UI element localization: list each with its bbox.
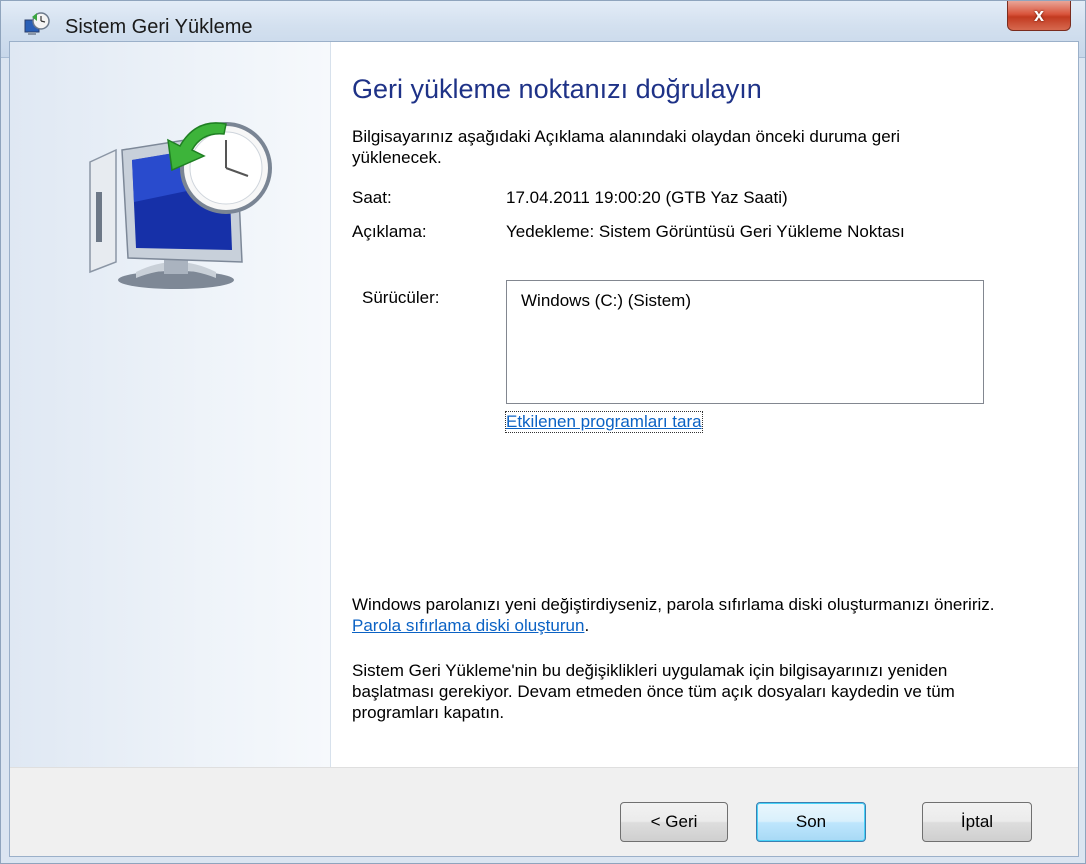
finish-button[interactable]: Son — [756, 802, 866, 842]
back-button[interactable]: < Geri — [620, 802, 728, 842]
sidebar-panel — [10, 42, 331, 767]
button-bar: < Geri Son İptal — [10, 767, 1078, 856]
dialog-client-area: Geri yükleme noktanızı doğrulayın Bilgis… — [9, 41, 1079, 857]
intro-text: Bilgisayarınız aşağıdaki Açıklama alanın… — [352, 127, 901, 167]
drive-item[interactable]: Windows (C:) (Sistem) — [521, 291, 691, 311]
page-title: Geri yükleme noktanızı doğrulayın — [352, 74, 762, 104]
system-restore-icon — [24, 12, 50, 35]
time-label: Saat: — [352, 188, 392, 207]
drives-label: Sürücüler: — [362, 288, 440, 307]
restart-note: Sistem Geri Yükleme'nin bu değişiklikler… — [352, 661, 955, 722]
password-note-text: Windows parolanızı yeni değiştirdiyseniz… — [352, 595, 995, 614]
system-restore-window: Sistem Geri Yükleme x Geri yükleme nokta… — [0, 0, 1086, 864]
close-icon: x — [1033, 5, 1044, 25]
window-title: Sistem Geri Yükleme — [65, 16, 253, 38]
main-content: Geri yükleme noktanızı doğrulayın Bilgis… — [352, 42, 1052, 767]
drives-listbox[interactable]: Windows (C:) (Sistem) — [506, 280, 984, 404]
scan-affected-programs-link[interactable]: Etkilenen programları tara — [505, 411, 703, 433]
description-label: Açıklama: — [352, 222, 427, 241]
system-restore-clock-monitor-icon — [89, 122, 272, 289]
create-password-reset-disk-link[interactable]: Parola sıfırlama diski oluşturun — [352, 616, 584, 635]
time-value: 17.04.2011 19:00:20 (GTB Yaz Saati) — [506, 188, 788, 207]
password-note-end: . — [584, 616, 590, 635]
cancel-button[interactable]: İptal — [922, 802, 1032, 842]
description-value: Yedekleme: Sistem Görüntüsü Geri Yükleme… — [506, 222, 905, 241]
close-button[interactable]: x — [1007, 1, 1071, 31]
password-note: Windows parolanızı yeni değiştirdiyseniz… — [352, 594, 1002, 636]
